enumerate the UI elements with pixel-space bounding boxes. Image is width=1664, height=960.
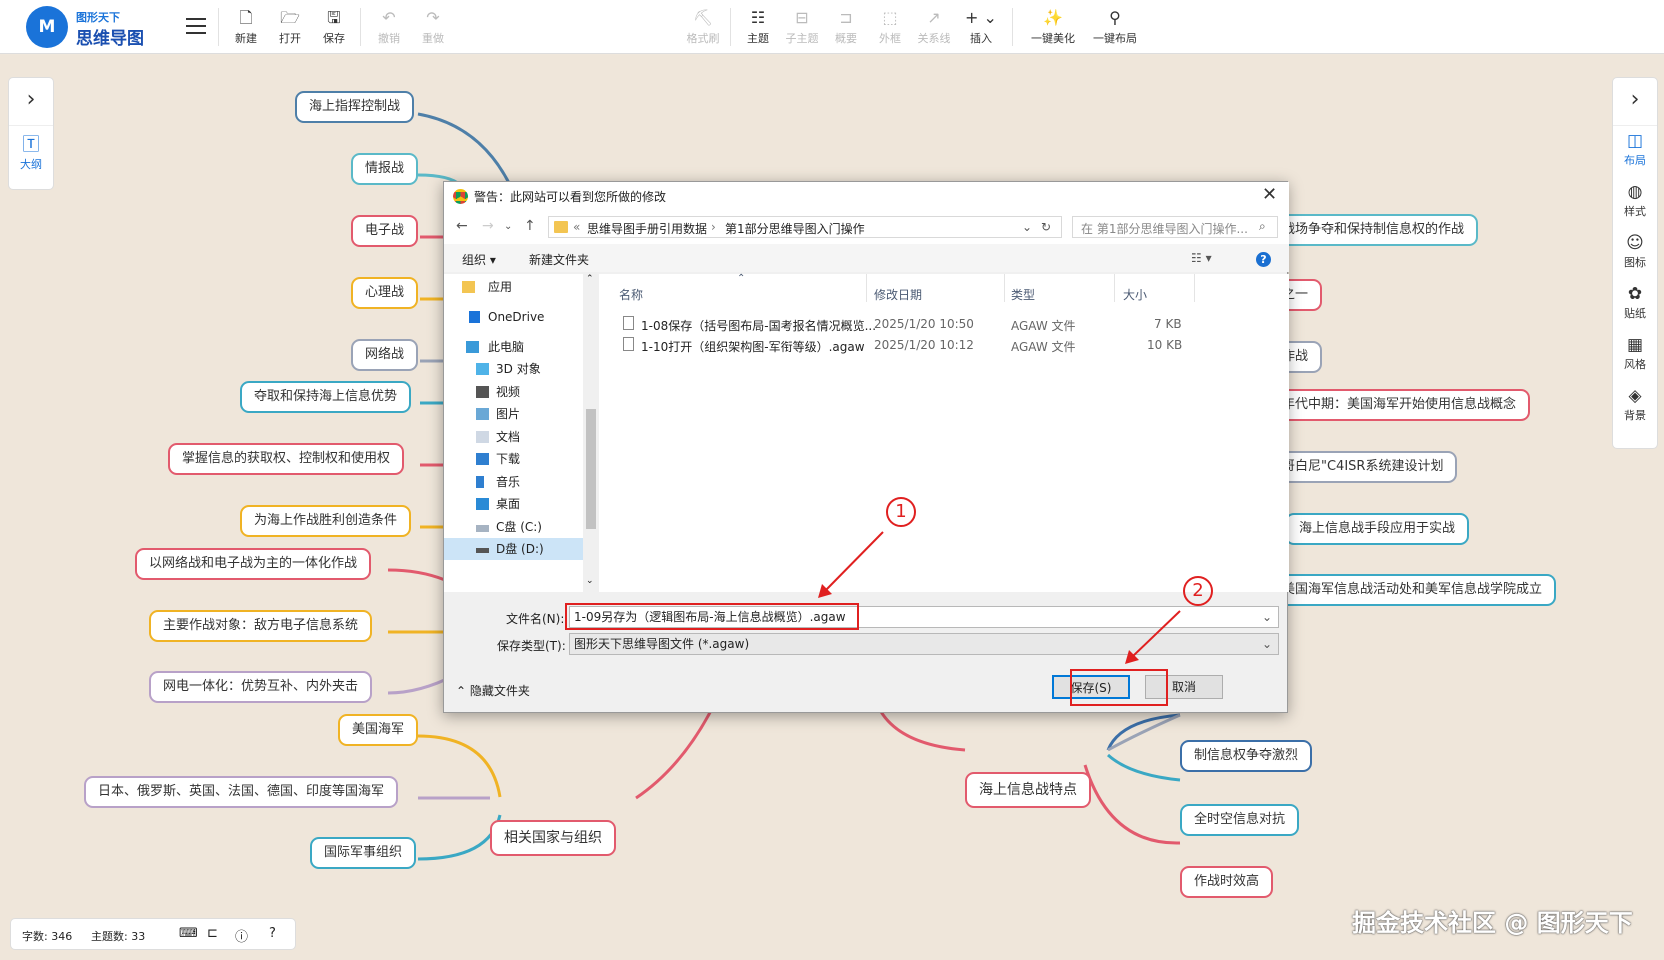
arrow-2 [1131, 610, 1181, 658]
arrow-1 [824, 531, 884, 592]
watermark: 掘金技术社区 @ 图形天下 [1352, 909, 1633, 937]
annotation-arrows [818, 531, 1181, 664]
